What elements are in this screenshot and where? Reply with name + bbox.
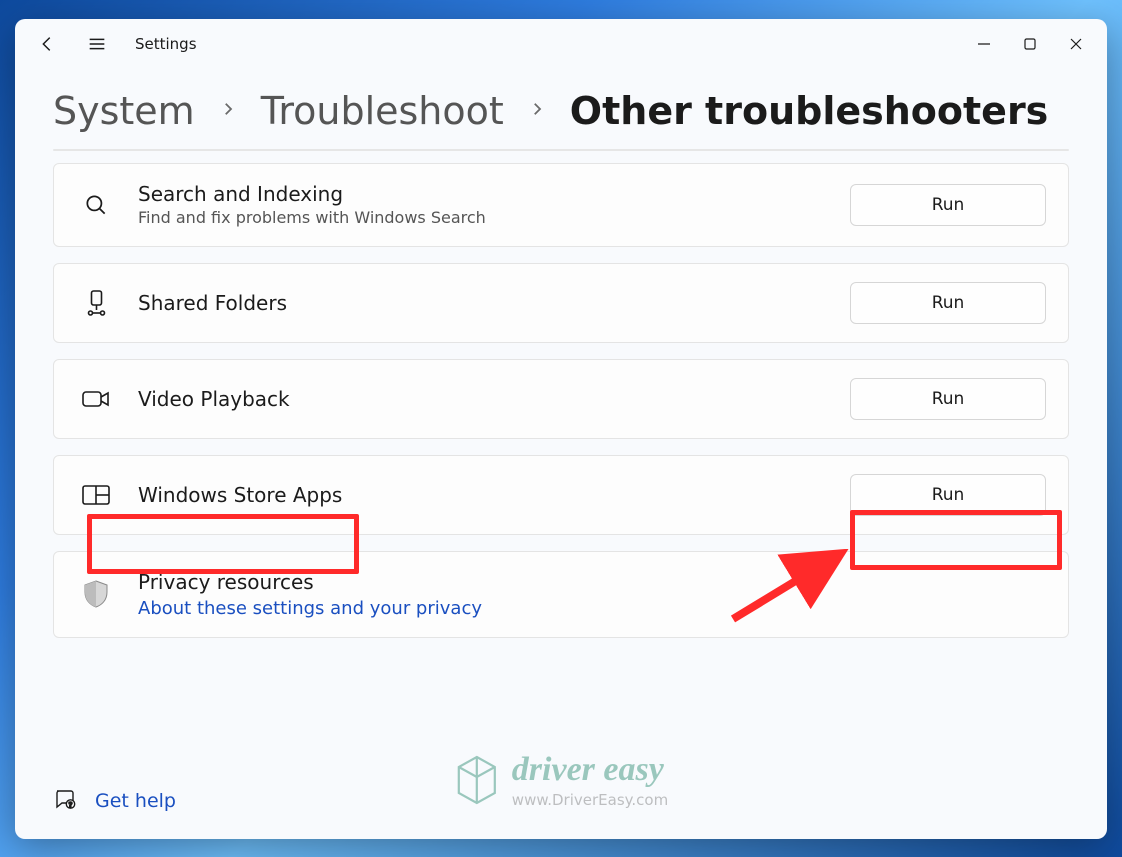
- titlebar: Settings: [15, 19, 1107, 69]
- minimize-button[interactable]: [961, 26, 1007, 62]
- troubleshooter-title: Search and Indexing: [138, 182, 850, 206]
- run-button[interactable]: Run: [850, 378, 1046, 420]
- breadcrumb-current: Other troubleshooters: [570, 89, 1049, 133]
- run-button[interactable]: Run: [850, 282, 1046, 324]
- troubleshooter-desc: Find and fix problems with Windows Searc…: [138, 208, 850, 227]
- privacy-title: Privacy resources: [138, 570, 1046, 594]
- maximize-button[interactable]: [1007, 26, 1053, 62]
- breadcrumb-troubleshoot[interactable]: Troubleshoot: [261, 89, 504, 133]
- watermark-brand: driver easy: [512, 751, 668, 789]
- run-button[interactable]: Run: [850, 184, 1046, 226]
- back-button[interactable]: [29, 26, 65, 62]
- shared-folders-icon: [76, 289, 116, 317]
- troubleshooter-list: Search and Indexing Find and fix problem…: [15, 151, 1107, 638]
- troubleshooter-title: Windows Store Apps: [138, 483, 850, 507]
- privacy-link[interactable]: About these settings and your privacy: [138, 598, 482, 619]
- watermark: driver easy www.DriverEasy.com: [454, 751, 668, 809]
- troubleshooter-windows-store-apps: Windows Store Apps Run: [53, 455, 1069, 535]
- svg-text:?: ?: [68, 801, 72, 809]
- watermark-url: www.DriverEasy.com: [512, 791, 668, 809]
- breadcrumb-system[interactable]: System: [53, 89, 195, 133]
- close-button[interactable]: [1053, 26, 1099, 62]
- app-title: Settings: [135, 35, 197, 53]
- chevron-right-icon: [528, 96, 546, 126]
- get-help-link[interactable]: Get help: [95, 790, 176, 812]
- search-icon: [76, 192, 116, 218]
- troubleshooter-shared-folders: Shared Folders Run: [53, 263, 1069, 343]
- menu-button[interactable]: [79, 26, 115, 62]
- troubleshooter-title: Video Playback: [138, 387, 850, 411]
- troubleshooter-title: Shared Folders: [138, 291, 850, 315]
- privacy-resources-card: Privacy resources About these settings a…: [53, 551, 1069, 638]
- run-button[interactable]: Run: [850, 474, 1046, 516]
- help-row: ? Get help: [53, 787, 176, 815]
- troubleshooter-search-indexing: Search and Indexing Find and fix problem…: [53, 163, 1069, 247]
- video-icon: [76, 387, 116, 411]
- shield-icon: [76, 579, 116, 609]
- chevron-right-icon: [219, 96, 237, 126]
- apps-icon: [76, 484, 116, 506]
- help-icon: ?: [53, 787, 77, 815]
- troubleshooter-video-playback: Video Playback Run: [53, 359, 1069, 439]
- breadcrumb: System Troubleshoot Other troubleshooter…: [15, 69, 1107, 143]
- settings-window: Settings System Troubleshoot Other troub…: [15, 19, 1107, 839]
